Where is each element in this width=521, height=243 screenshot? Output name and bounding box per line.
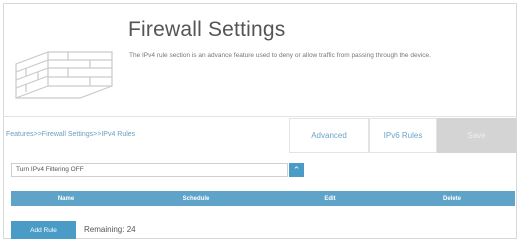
- remaining-count: Remaining: 24: [84, 225, 136, 234]
- rules-table-header: Name Schedule Edit Delete: [11, 191, 515, 206]
- column-header-name: Name: [57, 195, 75, 202]
- breadcrumb: Features>>Firewall Settings>>IPv4 Rules: [6, 131, 136, 138]
- chevron-up-icon[interactable]: ⌃: [289, 163, 304, 177]
- column-header-delete: Delete: [442, 195, 461, 202]
- page-title: Firewall Settings: [128, 18, 286, 41]
- brick-wall-icon: [15, 51, 113, 99]
- page-description: The IPv4 rule section is an advance feat…: [129, 52, 431, 59]
- header-divider: [3, 116, 517, 117]
- add-rule-button[interactable]: Add Rule: [11, 221, 76, 239]
- ipv6-rules-button[interactable]: IPv6 Rules: [369, 118, 437, 153]
- ipv4-filtering-select[interactable]: Turn IPv4 Filtering OFF: [11, 163, 288, 177]
- save-button[interactable]: Save: [437, 118, 516, 153]
- column-header-schedule: Schedule: [182, 195, 210, 202]
- advanced-button[interactable]: Advanced: [289, 118, 369, 153]
- column-header-edit: Edit: [324, 195, 336, 202]
